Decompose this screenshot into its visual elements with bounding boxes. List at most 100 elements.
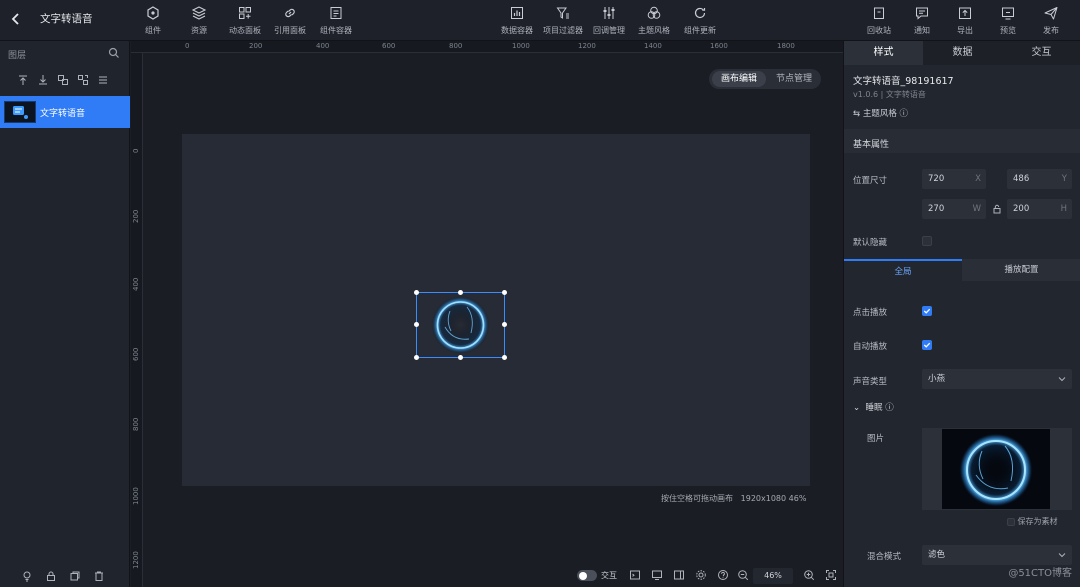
toolbar-label: 组件 [145, 26, 161, 35]
toolbar-reference-panel-button[interactable]: 引用面板 [265, 3, 315, 37]
info-icon: ⓘ [899, 109, 909, 119]
subtab-playback[interactable]: 播放配置 [962, 259, 1080, 281]
canvas-edit-tab[interactable]: 画布编辑 [712, 71, 766, 87]
resize-handle[interactable] [502, 322, 507, 327]
sleep-label: 睡眠 [865, 403, 883, 413]
y-input[interactable]: 486 Y [1007, 169, 1072, 189]
resize-handle[interactable] [414, 322, 419, 327]
search-icon[interactable] [108, 47, 120, 59]
zoom-out-icon[interactable] [737, 569, 749, 581]
ruler-tick-label: 1200 [578, 42, 596, 50]
layer-item-label: 文字转语音 [40, 109, 86, 119]
ungroup-icon[interactable] [76, 73, 90, 87]
toolbar-label: 组件容器 [320, 26, 352, 35]
section-title: 基本属性 [853, 140, 890, 150]
zoom-level-input[interactable]: 46% [753, 568, 793, 584]
sliders-icon [603, 7, 615, 19]
click-play-checkbox[interactable] [922, 306, 932, 316]
sidebar-toggle-icon[interactable] [673, 569, 685, 581]
canvas-size-info: 1920x1080 46% [740, 494, 807, 503]
height-input[interactable]: 200 H [1007, 199, 1072, 219]
help-icon[interactable] [717, 569, 729, 581]
resize-handle[interactable] [458, 290, 463, 295]
basic-properties-header[interactable]: 基本属性 [844, 129, 1080, 153]
selected-component[interactable] [414, 290, 507, 360]
back-arrow-icon[interactable] [8, 10, 24, 28]
toolbar-update-button[interactable]: 组件更新 [675, 3, 725, 37]
subtab-global[interactable]: 全局 [844, 259, 962, 281]
resize-handle[interactable] [414, 355, 419, 360]
delete-icon[interactable] [93, 570, 105, 582]
terminal-icon[interactable] [629, 569, 641, 581]
fit-screen-icon[interactable] [825, 569, 837, 581]
zoom-in-icon[interactable] [803, 569, 815, 581]
ruler-tick-label: 1000 [512, 42, 530, 50]
toolbar-resources-button[interactable]: 资源 [174, 3, 224, 37]
ruler-tick-label: 800 [449, 42, 463, 50]
toolbar-data-container-button[interactable]: 数据容器 [492, 3, 542, 37]
sleep-section-toggle[interactable]: ⌄ 睡眠 ⓘ [853, 401, 894, 413]
resize-handle[interactable] [502, 355, 507, 360]
save-as-asset-checkbox[interactable] [1007, 517, 1015, 526]
layers-icon [191, 6, 207, 20]
ruler-tick-label: 0 [132, 148, 140, 153]
toolbar-theme-button[interactable]: 主题风格 [629, 3, 679, 37]
resize-handle[interactable] [458, 355, 463, 360]
toolbar-publish-button[interactable]: 发布 [1026, 3, 1076, 37]
tab-interaction[interactable]: 交互 [1002, 41, 1080, 65]
monitor-icon[interactable] [651, 569, 663, 581]
toolbar-container-button[interactable]: 组件容器 [311, 3, 361, 37]
image-preview[interactable] [922, 428, 1072, 510]
message-icon [916, 7, 928, 20]
watermark-text: @51CTO博客 [1008, 568, 1072, 579]
layer-item[interactable]: 文字转语音 [0, 96, 130, 128]
preview-icon [1002, 7, 1014, 20]
interaction-toggle[interactable] [577, 570, 597, 581]
tab-data[interactable]: 数据 [923, 41, 1002, 65]
y-value: 486 [1013, 174, 1030, 184]
toolbar-components-button[interactable]: 组件 [128, 3, 178, 37]
refresh-icon [694, 7, 706, 19]
theme-style-link[interactable]: ⇆ 主题风格 ⓘ [853, 107, 908, 119]
toolbar-label: 主题风格 [638, 26, 670, 35]
aspect-lock-icon[interactable] [992, 204, 1002, 214]
toolbar-filter-button[interactable]: 项目过滤器 [538, 3, 588, 37]
tab-style[interactable]: 样式 [844, 41, 923, 65]
copy-icon[interactable] [69, 570, 81, 582]
ruler-tick-label: 600 [132, 347, 140, 361]
properties-panel: 样式 数据 交互 文字转语音_98191617 v1.0.6 | 文字转语音 ⇆… [843, 41, 1080, 587]
voice-type-select[interactable]: 小燕 [922, 369, 1072, 389]
canvas-area[interactable]: 0 200 400 600 800 1000 1200 1400 1600 18… [131, 41, 843, 587]
lock-icon[interactable] [45, 570, 57, 582]
auto-play-label: 自动播放 [853, 342, 888, 352]
width-input[interactable]: 270 W [922, 199, 986, 219]
list-view-icon[interactable] [96, 73, 110, 87]
node-manage-tab[interactable]: 节点管理 [769, 71, 819, 87]
vertical-ruler: 0 200 400 600 800 1000 1200 [131, 53, 143, 587]
move-top-icon[interactable] [16, 73, 30, 87]
toolbar-dynamic-panel-button[interactable]: 动态面板 [220, 3, 270, 37]
canvas-mode-switch: 画布编辑 节点管理 [709, 69, 821, 89]
artboard[interactable] [182, 134, 810, 486]
auto-play-checkbox[interactable] [922, 340, 932, 350]
toolbar-label: 通知 [914, 26, 930, 35]
save-as-asset-option[interactable]: 保存为素材 [1007, 516, 1058, 527]
toolbar-callback-button[interactable]: 回调管理 [584, 3, 634, 37]
energy-ring-graphic [431, 296, 490, 354]
resize-handle[interactable] [502, 290, 507, 295]
blend-mode-value: 滤色 [928, 550, 946, 560]
layer-panel: 图层 文字转语音 [0, 41, 130, 587]
group-icon[interactable] [56, 73, 70, 87]
settings-icon[interactable] [695, 569, 707, 581]
toolbar-label: 动态面板 [229, 26, 261, 35]
bulb-icon[interactable] [21, 570, 33, 582]
blend-mode-select[interactable]: 滤色 [922, 545, 1072, 565]
default-hidden-checkbox[interactable] [922, 236, 932, 246]
resize-handle[interactable] [414, 290, 419, 295]
x-input[interactable]: 720 X [922, 169, 986, 189]
save-as-asset-label: 保存为素材 [1017, 517, 1058, 526]
ruler-tick-label: 1400 [644, 42, 662, 50]
toolbar-label: 资源 [191, 26, 207, 35]
move-bottom-icon[interactable] [36, 73, 50, 87]
container-icon [330, 7, 342, 19]
